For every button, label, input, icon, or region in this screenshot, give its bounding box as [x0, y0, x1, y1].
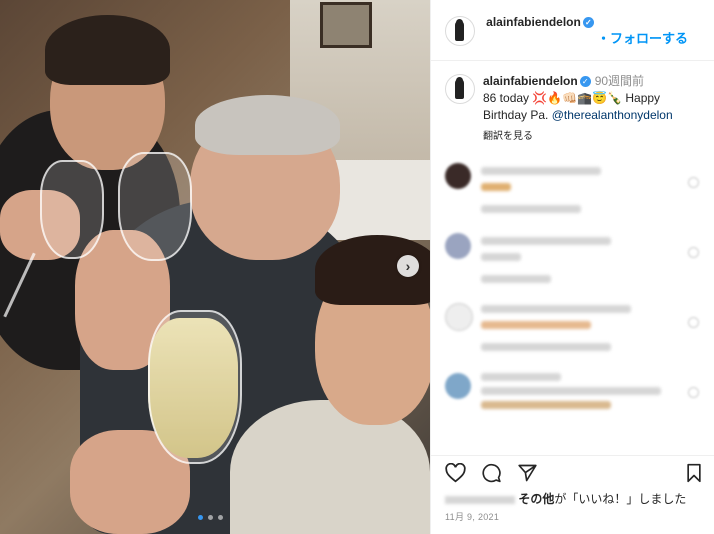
comment-icon[interactable]: [481, 463, 502, 483]
share-icon[interactable]: [517, 463, 538, 483]
verified-badge-icon: ✓: [582, 17, 594, 29]
caption-time[interactable]: 90週間前: [595, 74, 644, 88]
glass-center: [118, 152, 192, 261]
follow-button[interactable]: ・フォローする: [597, 28, 688, 47]
list-item: [431, 225, 714, 295]
caption-mention-link[interactable]: @therealanthonydelon: [552, 108, 673, 122]
likes-others: その他: [518, 492, 555, 506]
chevron-right-icon: ›: [405, 258, 411, 274]
carousel-dot: [198, 515, 203, 520]
list-item: [431, 365, 714, 435]
likes-text: が「いいね！」しました: [554, 492, 687, 506]
bookmark-icon[interactable]: [685, 463, 703, 483]
verified-badge-icon: ✓: [579, 76, 591, 88]
post-photo[interactable]: ›: [0, 0, 430, 534]
next-photo-button[interactable]: ›: [397, 255, 419, 277]
list-item: [431, 155, 714, 225]
avatar[interactable]: [445, 233, 471, 259]
heart-icon[interactable]: [445, 463, 466, 483]
photo-wall-frame: [320, 2, 372, 48]
glass-left: [40, 160, 104, 259]
header-username[interactable]: alainfabiendelon: [486, 15, 581, 29]
post-side-panel: alainfabiendelon ✓ ・フォローする alainfabiendel…: [430, 0, 714, 534]
caption-username[interactable]: alainfabiendelon: [483, 74, 578, 88]
likes-summary[interactable]: その他が「いいね！」しました: [445, 490, 686, 507]
post-header: alainfabiendelon ✓ ・フォローする: [431, 0, 714, 61]
carousel-indicator: [198, 515, 223, 520]
champagne-glass-outline: [148, 310, 242, 464]
carousel-dot: [218, 515, 223, 520]
list-item: [431, 295, 714, 365]
avatar[interactable]: [445, 163, 471, 189]
person-left-hair: [45, 15, 170, 85]
instagram-post: › alainfabiendelon ✓ ・フォローする alainfabiend…: [0, 0, 714, 534]
avatar[interactable]: [445, 303, 473, 331]
carousel-dot: [208, 515, 213, 520]
person-center-hair: [195, 95, 340, 155]
liked-by-user: [445, 495, 515, 504]
avatar[interactable]: [445, 373, 471, 399]
comments-list: [431, 155, 714, 435]
like-comment-heart-icon[interactable]: [688, 247, 699, 258]
avatar[interactable]: [445, 74, 475, 104]
see-translation-link[interactable]: 翻訳を見る: [483, 128, 707, 145]
like-comment-heart-icon[interactable]: [688, 177, 699, 188]
avatar[interactable]: [445, 16, 475, 46]
like-comment-heart-icon[interactable]: [688, 317, 699, 328]
like-comment-heart-icon[interactable]: [688, 387, 699, 398]
post-actions: [431, 455, 714, 486]
post-date[interactable]: 11月 9, 2021: [445, 510, 499, 523]
